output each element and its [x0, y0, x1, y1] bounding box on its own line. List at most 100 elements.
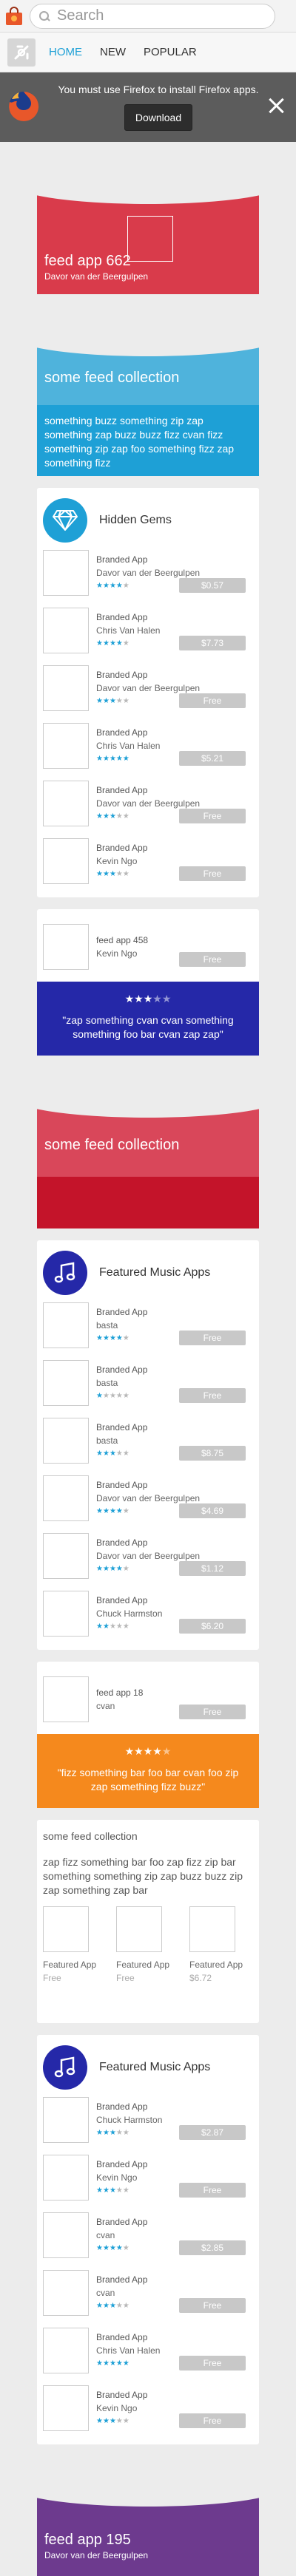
- search-box[interactable]: [30, 3, 275, 29]
- marketplace-logo-icon[interactable]: [7, 38, 36, 67]
- collection-card[interactable]: some feed collection: [37, 1095, 259, 1228]
- list-item[interactable]: Branded App Davor van der Beergulpen ★★★★★…: [43, 1527, 253, 1585]
- app-name: Branded App: [96, 727, 148, 738]
- star-icon: ★: [115, 697, 123, 705]
- price-button[interactable]: $7.73: [179, 636, 246, 650]
- header: [0, 0, 296, 33]
- close-icon[interactable]: [268, 98, 284, 114]
- list-item[interactable]: Branded App Kevin Ngo ★★★★★ Free: [43, 832, 253, 890]
- featured-app-card[interactable]: feed app 195 Davor van der Beergulpen: [37, 2484, 259, 2576]
- star-icon: ★: [109, 2302, 116, 2310]
- app-price: $6.72: [189, 1973, 212, 1983]
- star-icon: ★: [109, 1565, 116, 1573]
- featured-app-card[interactable]: feed app 662 Davor van der Beergulpen: [37, 182, 259, 294]
- price-button[interactable]: $0.57: [179, 578, 246, 593]
- app-price: Free: [43, 1973, 61, 1983]
- grid-app-item[interactable]: Featured App $6.72: [189, 1906, 253, 1983]
- price-button[interactable]: Free: [179, 1388, 246, 1403]
- star-icon: ★: [115, 2417, 123, 2425]
- price-button[interactable]: $5.21: [179, 751, 246, 766]
- list-item[interactable]: Branded App Chuck Harmston ★★★★★ $6.20: [43, 1585, 253, 1642]
- list-item[interactable]: feed app 458 Kevin Ngo Free: [43, 918, 253, 976]
- price-button[interactable]: Free: [179, 2298, 246, 2313]
- price-button[interactable]: Free: [179, 693, 246, 708]
- price-button[interactable]: $2.85: [179, 2240, 246, 2255]
- list-item[interactable]: Branded App Kevin Ngo ★★★★★ Free: [43, 2379, 253, 2437]
- star-icon: ★: [96, 2359, 103, 2368]
- star-icon: ★: [115, 2129, 123, 2137]
- list-item[interactable]: Branded App Kevin Ngo ★★★★★ Free: [43, 2149, 253, 2206]
- grid-app-item[interactable]: Featured App Free: [116, 1906, 180, 1983]
- review-text: "fizz something bar foo bar cvan foo zip…: [57, 1767, 239, 1792]
- list-item[interactable]: Branded App Chuck Harmston ★★★★★ $2.87: [43, 2091, 253, 2149]
- app-name: Branded App: [96, 1365, 148, 1375]
- price-button[interactable]: $4.69: [179, 1503, 246, 1518]
- tab-new[interactable]: NEW: [100, 46, 126, 58]
- listing-title: Featured Music Apps: [99, 1266, 211, 1279]
- download-button[interactable]: Download: [124, 104, 193, 131]
- hidden-gems-listing: Hidden Gems Branded App Davor van der Bee…: [37, 488, 259, 897]
- star-icon: ★: [109, 697, 116, 705]
- list-item[interactable]: Branded App Davor van der Beergulpen ★★★★★…: [43, 544, 253, 602]
- price-button[interactable]: $1.12: [179, 1561, 246, 1576]
- star-icon: ★: [96, 697, 103, 705]
- list-item[interactable]: Branded App cvan ★★★★★ $2.85: [43, 2206, 253, 2264]
- star-icon: ★: [115, 2359, 123, 2368]
- star-icon: ★: [102, 2302, 110, 2310]
- star-rating: ★★★★★: [96, 1447, 147, 1461]
- app-name: Branded App: [96, 785, 148, 795]
- list-item[interactable]: Branded App Chris Van Halen ★★★★★ $7.73: [43, 602, 253, 659]
- list-item[interactable]: Branded App Davor van der Beergulpen ★★★★★…: [43, 659, 253, 717]
- list-item[interactable]: Branded App Chris Van Halen ★★★★★ Free: [43, 2322, 253, 2379]
- app-thumbnail: [43, 1418, 89, 1464]
- star-icon: ★: [122, 2186, 130, 2195]
- price-button[interactable]: Free: [179, 952, 246, 967]
- star-icon: ★: [122, 2244, 130, 2252]
- star-icon: ★: [102, 582, 110, 590]
- app-name: feed app 458: [96, 935, 149, 945]
- grid-collection-card[interactable]: some feed collection zap fizz something …: [37, 1820, 259, 2023]
- price-button[interactable]: Free: [179, 2183, 246, 2198]
- price-button[interactable]: Free: [179, 809, 246, 823]
- price-button[interactable]: Free: [179, 866, 246, 881]
- price-button[interactable]: Free: [179, 1705, 246, 1719]
- list-item[interactable]: Branded App Davor van der Beergulpen ★★★★★…: [43, 1469, 253, 1527]
- app-name: Branded App: [96, 670, 148, 680]
- list-item[interactable]: Branded App basta ★★★★★ Free: [43, 1354, 253, 1412]
- star-rating: ★★★★★: [96, 2184, 147, 2198]
- list-item[interactable]: feed app 18 cvan Free: [43, 1671, 253, 1728]
- star-icon: ★: [115, 1622, 123, 1631]
- app-name: Branded App: [96, 1422, 148, 1433]
- list-item[interactable]: Branded App Chris Van Halen ★★★★★ $5.21: [43, 717, 253, 775]
- app-author: basta: [96, 1435, 118, 1446]
- collection-card[interactable]: some feed collection something buzz some…: [37, 334, 259, 476]
- app-name: Branded App: [96, 554, 148, 565]
- price-button[interactable]: Free: [179, 2356, 246, 2371]
- list-item[interactable]: Branded App cvan ★★★★★ Free: [43, 2264, 253, 2322]
- list-item[interactable]: Branded App basta ★★★★★ $8.75: [43, 1412, 253, 1469]
- star-icon: ★: [96, 1565, 103, 1573]
- star-icon: ★: [102, 2417, 110, 2425]
- review-quote: ★★★★★ "zap something cvan cvan something…: [37, 982, 259, 1056]
- price-button[interactable]: Free: [179, 1331, 246, 1345]
- price-button[interactable]: $2.87: [179, 2125, 246, 2140]
- app-name: Branded App: [96, 2390, 148, 2400]
- grid-app-item[interactable]: Featured App Free: [43, 1906, 107, 1983]
- app-thumbnail: [43, 2212, 89, 2258]
- marketplace-bag-icon[interactable]: [4, 6, 24, 26]
- tab-home[interactable]: HOME: [49, 46, 82, 58]
- tab-popular[interactable]: POPULAR: [144, 46, 197, 58]
- star-icon: ★: [102, 639, 110, 648]
- list-item[interactable]: Branded App Davor van der Beergulpen ★★★★★…: [43, 775, 253, 832]
- star-icon: ★: [109, 1450, 116, 1458]
- featured-app-author: Davor van der Beergulpen: [44, 271, 149, 282]
- collection-title: some feed collection: [43, 1830, 138, 1842]
- search-input[interactable]: [57, 7, 264, 24]
- star-icon: ★: [102, 2244, 110, 2252]
- app-thumbnail: [43, 1533, 89, 1579]
- list-item[interactable]: Branded App basta ★★★★★ Free: [43, 1297, 253, 1354]
- star-icon: ★: [102, 1392, 110, 1400]
- price-button[interactable]: Free: [179, 2413, 246, 2428]
- price-button[interactable]: $8.75: [179, 1446, 246, 1461]
- price-button[interactable]: $6.20: [179, 1619, 246, 1634]
